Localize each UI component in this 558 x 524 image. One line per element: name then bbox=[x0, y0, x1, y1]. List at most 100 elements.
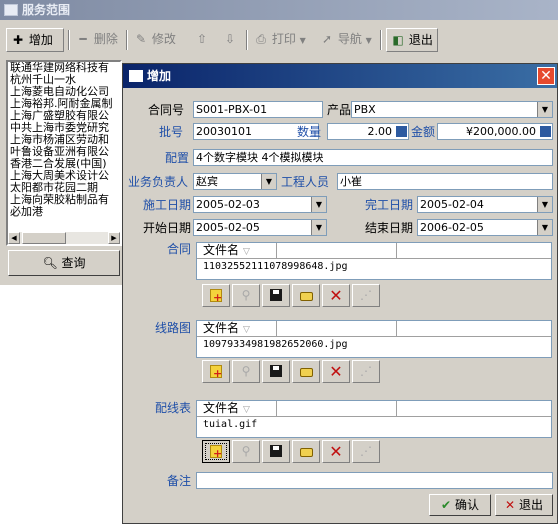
delete-x-icon: ✕ bbox=[329, 286, 343, 305]
confirm-button[interactable]: ✔ 确认 bbox=[429, 494, 491, 516]
toolbar-separator bbox=[246, 30, 248, 50]
wiring-diagram-label: 线路图 bbox=[155, 321, 192, 335]
wiring-diagram-grid[interactable]: 文件名 ▽ 10979334981982652060.jpg bbox=[196, 320, 552, 358]
engineer-label: 工程人员 bbox=[281, 175, 330, 189]
chevron-down-icon[interactable]: ▼ bbox=[537, 220, 552, 235]
filename-column-header[interactable]: 文件名 ▽ bbox=[197, 243, 277, 259]
chevron-down-icon[interactable]: ▼ bbox=[311, 197, 326, 212]
save-file-button[interactable] bbox=[262, 284, 290, 307]
end-date[interactable]: 2006-02-05 ▼ bbox=[417, 219, 553, 236]
edit-button[interactable]: ✎ 修改 bbox=[130, 28, 180, 52]
begin-date[interactable]: 2005-02-05 ▼ bbox=[193, 219, 327, 236]
add-button[interactable]: ✚ 增加 bbox=[6, 28, 64, 52]
chevron-down-icon[interactable]: ▼ bbox=[537, 102, 552, 117]
contract-file-toolbar: ⚲ ✕ ⋰ bbox=[196, 284, 404, 308]
chevron-down-icon: ▼ bbox=[365, 36, 372, 45]
wiring-table-grid[interactable]: 文件名 ▽ tuial.gif bbox=[196, 400, 552, 438]
open-file-button[interactable] bbox=[292, 360, 320, 383]
extra-file-button[interactable]: ⋰ bbox=[352, 360, 380, 383]
config-field[interactable]: 4个数字模块 4个模拟模块 bbox=[193, 149, 553, 166]
chevron-down-icon[interactable]: ▼ bbox=[537, 197, 552, 212]
disabled-icon: ⋰ bbox=[360, 364, 372, 378]
print-button[interactable]: ⎙ 打印 ▼ bbox=[250, 28, 310, 52]
magnifier-icon: 🔍︎ bbox=[42, 256, 58, 270]
remark-field[interactable] bbox=[196, 472, 553, 489]
cancel-button[interactable]: ✕ 退出 bbox=[495, 494, 553, 516]
calculator-icon[interactable] bbox=[396, 126, 407, 137]
manager-select[interactable]: 赵宾 ▼ bbox=[193, 173, 277, 190]
magnifier-icon: ⚲ bbox=[241, 444, 251, 458]
delete-file-button[interactable]: ✕ bbox=[322, 440, 350, 463]
customer-list[interactable]: 联通华建网络科技有 杭州千山一水 上海菱电自动化公司 上海裕邦.阿耐金属制 上海… bbox=[6, 60, 122, 246]
table-row[interactable]: 10979334981982652060.jpg bbox=[197, 337, 551, 352]
list-item[interactable]: 必加港 bbox=[8, 206, 120, 218]
view-file-button[interactable]: ⚲ bbox=[232, 284, 260, 307]
view-file-button[interactable]: ⚲ bbox=[232, 360, 260, 383]
save-file-button[interactable] bbox=[262, 360, 290, 383]
toolbar-separator bbox=[380, 30, 382, 50]
manager-label: 业务负责人 bbox=[128, 175, 189, 189]
wiring-table-file-toolbar: ⚲ ✕ ⋰ bbox=[196, 440, 404, 464]
open-file-button[interactable] bbox=[292, 440, 320, 463]
delete-file-button[interactable]: ✕ bbox=[322, 284, 350, 307]
exit-button[interactable]: ◧ 退出 bbox=[386, 28, 438, 52]
extra-file-button[interactable]: ⋰ bbox=[352, 440, 380, 463]
end-label: 结束日期 bbox=[365, 221, 414, 235]
start-work-date[interactable]: 2005-02-03 ▼ bbox=[193, 196, 327, 213]
nav-button[interactable]: ➚ 导航 ▼ bbox=[316, 28, 376, 52]
add-file-button[interactable] bbox=[202, 440, 230, 464]
query-button[interactable]: 🔍︎ 查询 bbox=[8, 250, 120, 276]
scroll-left-icon[interactable]: ◀ bbox=[8, 232, 20, 244]
delete-button[interactable]: ━ 删除 bbox=[72, 28, 122, 52]
back-window-title: 服务范围 bbox=[22, 3, 71, 17]
add-file-button[interactable] bbox=[202, 360, 230, 384]
engineer-field[interactable]: 小崔 bbox=[337, 173, 553, 190]
column-header-blank bbox=[277, 321, 397, 337]
contract-files-label: 合同 bbox=[167, 242, 192, 256]
view-file-button[interactable]: ⚲ bbox=[232, 440, 260, 463]
toolbar: ✚ 增加 ━ 删除 ✎ 修改 ⇧ ⇩ ⎙ 打印 ▼ ➚ 导航 ▼ ◧ 退出 bbox=[0, 24, 558, 54]
add-dialog: 增加 ✕ 合同号 S001-PBX-01 产品 PBX ▼ 批号 2003010… bbox=[122, 63, 558, 524]
contract-no-field[interactable]: S001-PBX-01 bbox=[193, 101, 323, 118]
dialog-title-bar: 增加 bbox=[123, 64, 557, 88]
add-file-button[interactable] bbox=[202, 284, 230, 308]
wiring-file-toolbar: ⚲ ✕ ⋰ bbox=[196, 360, 404, 384]
product-select[interactable]: PBX ▼ bbox=[351, 101, 553, 118]
open-file-button[interactable] bbox=[292, 284, 320, 307]
calculator-icon[interactable] bbox=[540, 126, 551, 137]
remark-label: 备注 bbox=[167, 474, 192, 488]
finish-date[interactable]: 2005-02-04 ▼ bbox=[417, 196, 553, 213]
delete-file-button[interactable]: ✕ bbox=[322, 360, 350, 383]
finish-label: 完工日期 bbox=[365, 198, 414, 212]
folder-icon bbox=[299, 448, 313, 457]
filename-column-header[interactable]: 文件名 ▽ bbox=[197, 321, 277, 337]
plus-icon: ✚ bbox=[12, 33, 24, 47]
filename-column-header[interactable]: 文件名 ▽ bbox=[197, 401, 277, 417]
qty-field[interactable]: 2.00 bbox=[327, 123, 409, 140]
toolbar-separator bbox=[68, 30, 70, 50]
table-row[interactable]: tuial.gif bbox=[197, 417, 551, 432]
move-down-button[interactable]: ⇩ bbox=[218, 28, 242, 52]
scroll-right-icon[interactable]: ▶ bbox=[108, 232, 120, 244]
chevron-down-icon[interactable]: ▼ bbox=[311, 220, 326, 235]
disabled-icon: ⋰ bbox=[360, 444, 372, 458]
move-up-button[interactable]: ⇧ bbox=[190, 28, 214, 52]
scroll-thumb[interactable] bbox=[22, 232, 66, 244]
save-file-button[interactable] bbox=[262, 440, 290, 463]
table-row[interactable]: 11032552111078998648.jpg bbox=[197, 259, 551, 274]
grid-header: 文件名 ▽ bbox=[197, 243, 551, 259]
contract-file-grid[interactable]: 文件名 ▽ 11032552111078998648.jpg bbox=[196, 242, 552, 280]
amount-field[interactable]: ¥200,000.00 bbox=[437, 123, 553, 140]
toolbar-separator bbox=[126, 30, 128, 50]
extra-file-button[interactable]: ⋰ bbox=[352, 284, 380, 307]
sort-icon: ▽ bbox=[243, 247, 250, 257]
folder-icon bbox=[299, 368, 313, 377]
close-icon: ✕ bbox=[505, 498, 516, 512]
floppy-disk-icon bbox=[270, 289, 282, 301]
chevron-down-icon[interactable]: ▼ bbox=[261, 174, 276, 189]
close-icon[interactable]: ✕ bbox=[537, 67, 555, 85]
horizontal-scrollbar[interactable]: ◀ ▶ bbox=[8, 232, 120, 244]
navigate-icon: ➚ bbox=[321, 32, 333, 46]
floppy-disk-icon bbox=[270, 445, 282, 457]
back-window-title-bar: 服务范围 bbox=[0, 0, 558, 20]
